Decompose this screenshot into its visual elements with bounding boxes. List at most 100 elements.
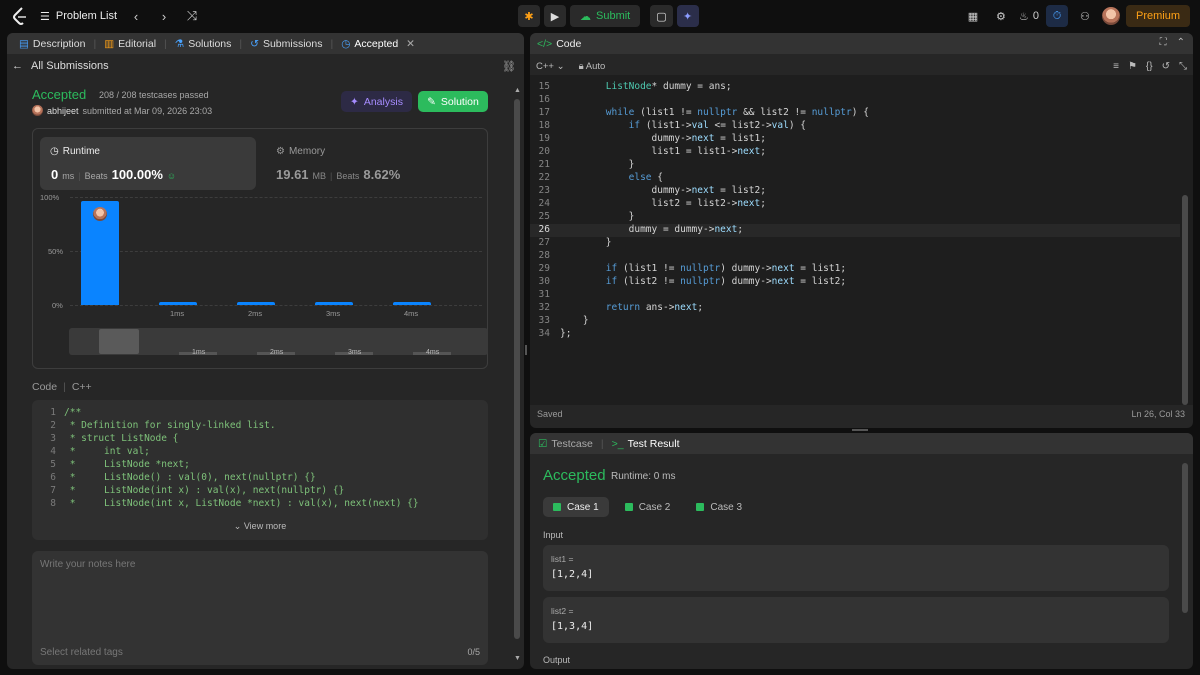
bookmark-icon[interactable]: ⚑	[1128, 61, 1137, 72]
ai-button[interactable]: ✦	[676, 5, 699, 27]
case-tab[interactable]: Case 2	[615, 497, 681, 517]
timer-icon[interactable]: ⏱	[1045, 5, 1068, 27]
problem-list-button[interactable]: ☰ Problem List	[40, 10, 117, 23]
bug-icon: ✱	[524, 10, 534, 23]
editor-line[interactable]: 21 }	[530, 159, 1180, 172]
editor-line[interactable]: 32 return ans->next;	[530, 302, 1180, 315]
editor-line[interactable]: 25 }	[530, 211, 1180, 224]
editor-line[interactable]: 22 else {	[530, 172, 1180, 185]
format-icon[interactable]: ≡	[1113, 61, 1119, 72]
tab-editorial[interactable]: ▥ Editorial	[100, 38, 160, 50]
editor-line[interactable]: 34};	[530, 328, 1180, 341]
flask-icon: ⚗	[174, 37, 185, 50]
editor-line[interactable]: 29 if (list1 != nullptr) dummy->next = l…	[530, 263, 1180, 276]
scrollbar-thumb[interactable]	[514, 99, 520, 639]
editor-line[interactable]: 19 dummy->next = list1;	[530, 133, 1180, 146]
braces-icon[interactable]: {}	[1146, 61, 1153, 72]
collapse-icon[interactable]: ⌃	[1177, 37, 1185, 48]
editor-scrollbar[interactable]	[1181, 75, 1189, 405]
next-problem-icon[interactable]: ›	[155, 7, 173, 25]
tab-test-result[interactable]: Test Result	[628, 438, 680, 450]
tab-solutions[interactable]: ⚗ Solutions	[171, 38, 236, 50]
tab-description[interactable]: ▤ Description	[15, 38, 89, 50]
horizontal-resize-handle[interactable]	[852, 429, 868, 431]
tab-testcase[interactable]: Testcase	[551, 438, 592, 450]
maximize-icon[interactable]: ⛶	[1160, 37, 1167, 48]
memory-value: 19.61	[276, 167, 309, 182]
add-user-icon[interactable]: ⚇	[1074, 5, 1096, 27]
case-tab[interactable]: Case 3	[686, 497, 752, 517]
y-tick: 0%	[52, 301, 63, 310]
check-icon	[624, 503, 633, 511]
chart-bar[interactable]	[81, 201, 119, 305]
view-more-button[interactable]: ⌄ View more	[32, 521, 488, 532]
editor-line[interactable]: 30 if (list2 != nullptr) dummy->next = l…	[530, 276, 1180, 289]
result-scrollbar-thumb[interactable]	[1182, 463, 1188, 613]
editor-line[interactable]: 28	[530, 250, 1180, 263]
close-icon[interactable]: ✕	[406, 38, 415, 50]
editor-title[interactable]: Code	[556, 38, 581, 50]
notes-area[interactable]: Write your notes here Select related tag…	[32, 551, 488, 665]
chart-bar[interactable]	[315, 301, 353, 305]
shuffle-icon[interactable]: ⤨	[183, 7, 201, 25]
editor-line[interactable]: 31	[530, 289, 1180, 302]
user-avatar[interactable]	[32, 105, 43, 116]
editor-line[interactable]: 17 while (list1 != nullptr && list2 != n…	[530, 107, 1180, 120]
gear-icon[interactable]: ⚙	[990, 5, 1012, 27]
chart-bar[interactable]	[159, 301, 197, 305]
editor-line[interactable]: 33 }	[530, 315, 1180, 328]
editor-line[interactable]: 26 dummy = dummy->next;	[530, 224, 1180, 237]
analysis-button[interactable]: ✦ Analysis	[341, 91, 412, 112]
editor-line[interactable]: 23 dummy->next = list2;	[530, 185, 1180, 198]
avatar[interactable]	[1101, 7, 1120, 25]
brush-selection[interactable]	[99, 329, 139, 354]
line-number: 6	[50, 472, 56, 483]
auto-mode[interactable]: 🔒︎ Auto	[579, 61, 606, 72]
username[interactable]: abhijeet	[47, 106, 79, 116]
editor-line[interactable]: 18 if (list1->val <= list2->val) {	[530, 120, 1180, 133]
prev-problem-icon[interactable]: ‹	[127, 7, 145, 25]
notes-button[interactable]: ▢	[650, 5, 673, 27]
submit-button[interactable]: ☁ Submit	[570, 5, 641, 27]
tab-submissions[interactable]: ↺ Submissions	[246, 38, 326, 50]
all-submissions-label: All Submissions	[31, 60, 109, 72]
all-submissions-link[interactable]: ← All Submissions	[12, 60, 109, 72]
chart-bar[interactable]	[237, 301, 275, 305]
scroll-down-icon[interactable]: ▼	[514, 655, 521, 662]
line-number: 26	[538, 224, 550, 235]
check-icon	[553, 503, 561, 511]
chart-brush[interactable]: 1ms 2ms 3ms 4ms	[69, 328, 488, 356]
editor-line[interactable]: 24 list2 = list2->next;	[530, 198, 1180, 211]
leetcode-logo[interactable]	[10, 6, 30, 26]
share-link-icon[interactable]: ⛓	[502, 60, 516, 73]
editor-line[interactable]: 15 ListNode* dummy = ans;	[530, 81, 1180, 94]
divider: |	[330, 171, 333, 181]
layout-icon[interactable]: ▦	[962, 5, 984, 27]
debug-button[interactable]: ✱	[518, 5, 540, 27]
left-scrollbar[interactable]: ▲ ▼	[513, 87, 521, 662]
editor-line[interactable]: 16	[530, 94, 1180, 107]
editor-line[interactable]: 20 list1 = list1->next;	[530, 146, 1180, 159]
panel-resize-handle[interactable]	[525, 345, 527, 355]
editor-scrollbar-thumb[interactable]	[1182, 195, 1188, 405]
case-label: Case 1	[567, 501, 599, 513]
chart-bar[interactable]	[393, 301, 431, 305]
tab-accepted[interactable]: ◷ Accepted ✕	[337, 38, 419, 50]
submitted-code[interactable]: ⌄ View more 1 /** 2 * Definition for singl…	[32, 400, 488, 540]
scroll-up-icon[interactable]: ▲	[514, 87, 521, 94]
streak-counter[interactable]: ♨ 0	[1018, 5, 1040, 27]
reset-icon[interactable]: ↺	[1162, 61, 1170, 72]
run-button[interactable]: ▶	[544, 5, 566, 27]
language-select[interactable]: C++ ⌄	[536, 61, 565, 72]
memory-header[interactable]: ⚙ Memory	[276, 146, 325, 157]
arrow-left-icon: ←	[12, 60, 23, 72]
runtime-card[interactable]: ◷ Runtime 0 ms | Beats 100.00% ☺	[40, 137, 256, 190]
tags-select[interactable]: Select related tags	[40, 647, 123, 658]
code-editor[interactable]: 15 ListNode* dummy = ans; 16 17 while (lis…	[530, 75, 1193, 405]
fullscreen-icon[interactable]: ⤡	[1179, 61, 1187, 72]
editor-line[interactable]: 27 }	[530, 237, 1180, 250]
premium-button[interactable]: Premium	[1125, 5, 1190, 27]
solution-button[interactable]: ✎ Solution	[418, 91, 488, 112]
result-scrollbar[interactable]	[1181, 463, 1189, 663]
case-tab[interactable]: Case 1	[543, 497, 609, 517]
